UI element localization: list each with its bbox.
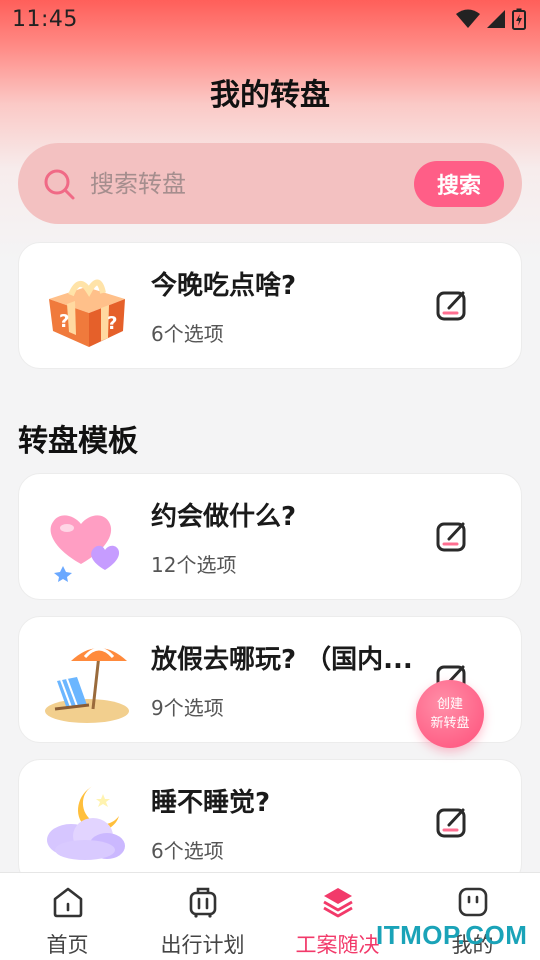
home-icon xyxy=(53,887,82,918)
template-title: 放假去哪玩? （国内... xyxy=(151,644,413,675)
search-bar: 搜索 xyxy=(18,143,522,224)
luggage-icon xyxy=(189,887,216,918)
battery-icon xyxy=(512,8,526,30)
wheel-option-count: 6个选项 xyxy=(151,321,224,346)
tab-label: 工案随决 xyxy=(295,933,380,957)
hearts-icon xyxy=(50,514,120,582)
fab-line2: 新转盘 xyxy=(430,716,470,731)
template-option-count: 6个选项 xyxy=(151,838,224,863)
layers-icon xyxy=(322,888,353,918)
moon-cloud-icon xyxy=(47,785,125,860)
wheel-title: 今晚吃点啥? xyxy=(151,270,297,301)
beach-chair-icon xyxy=(45,647,129,723)
template-option-count: 12个选项 xyxy=(151,552,237,577)
status-bar: 11:45 xyxy=(0,0,540,38)
edit-icon[interactable] xyxy=(435,289,469,323)
template-option-count: 9个选项 xyxy=(151,695,224,720)
wheel-card[interactable]: ? ? 今晚吃点啥? 6个选项 xyxy=(18,242,522,369)
wifi-icon xyxy=(456,9,480,28)
edit-icon[interactable] xyxy=(435,520,469,554)
search-button[interactable]: 搜索 xyxy=(414,160,504,207)
status-time: 11:45 xyxy=(12,6,78,32)
tab-label: 出行计划 xyxy=(160,933,245,957)
template-title: 睡不睡觉? xyxy=(151,787,271,818)
template-card[interactable]: 睡不睡觉? 6个选项 xyxy=(18,759,522,886)
search-input[interactable] xyxy=(90,169,414,198)
tab-travel-plan[interactable]: 出行计划 xyxy=(135,873,270,960)
profile-icon xyxy=(458,887,487,917)
create-wheel-button[interactable]: 创建 新转盘 xyxy=(416,680,484,748)
fab-line1: 创建 xyxy=(436,697,463,712)
search-icon xyxy=(44,169,75,199)
svg-text:?: ? xyxy=(107,313,117,334)
watermark: ITMOP.COM xyxy=(376,920,528,950)
page-title: 我的转盘 xyxy=(210,78,330,113)
gift-box-icon: ? ? xyxy=(49,279,125,347)
svg-text:?: ? xyxy=(59,311,69,332)
signal-icon xyxy=(487,10,505,28)
section-title: 转盘模板 xyxy=(18,424,138,459)
tab-home[interactable]: 首页 xyxy=(0,873,135,960)
edit-icon[interactable] xyxy=(435,806,469,840)
tab-label: 首页 xyxy=(46,933,89,957)
template-card[interactable]: 约会做什么? 12个选项 xyxy=(18,473,522,600)
template-title: 约会做什么? xyxy=(151,501,297,532)
